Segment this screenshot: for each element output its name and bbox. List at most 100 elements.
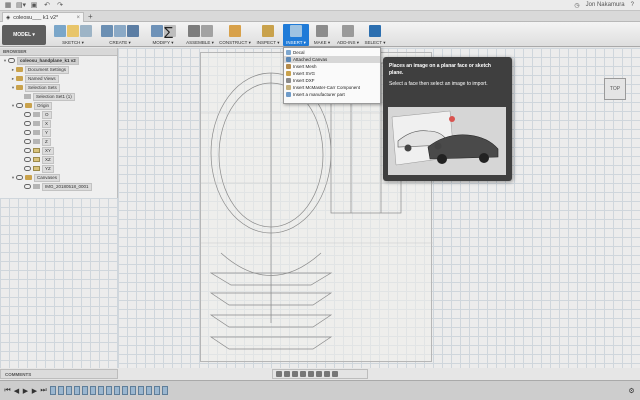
menu-item-insert-svg[interactable]: Insert SVG [284,70,380,77]
tree-item-origin[interactable]: ▾ Origin [0,101,117,110]
visibility-icon[interactable] [24,157,31,162]
close-icon[interactable]: × [76,15,80,21]
tree-item-xy-plane[interactable]: XY [0,146,117,155]
view-cube[interactable]: TOP [604,78,626,100]
visibility-icon[interactable] [24,166,31,171]
visibility-icon[interactable] [24,148,31,153]
folder-icon [16,76,23,81]
app-grid-icon[interactable]: ▦ [3,1,13,10]
menu-item-manufacturer-part[interactable]: Insert a manufacturer part [284,91,380,98]
new-tab-icon[interactable]: + [88,12,93,21]
timeline-feature[interactable] [114,386,120,395]
tree-item-xz-plane[interactable]: XZ [0,155,117,164]
help-icon[interactable]: ? [631,2,634,8]
document-tab[interactable]: ◈ coleosu___ k1 v2* × [2,12,84,22]
comments-panel[interactable]: COMMENTS [0,369,118,379]
tree-item-document-settings[interactable]: ▸ Document Settings [0,65,117,74]
tree-item-y-axis[interactable]: Y [0,128,117,137]
tree-item-root[interactable]: ▾ coleosu_handplane_k1 v2 [0,56,117,65]
visibility-icon[interactable] [24,112,31,117]
tree-item-canvases[interactable]: ▾ Canvases [0,173,117,182]
toolbar-make[interactable]: MAKE ▾ [310,24,334,46]
box-icon [127,25,139,37]
tree-item-selection-sets[interactable]: ▾ Selection Sets [0,83,117,92]
workspace-switcher[interactable]: MODEL ▾ [2,25,46,45]
tree-item-canvas-image[interactable]: IMG_20180518_0001 [0,182,117,191]
timeline-feature[interactable] [82,386,88,395]
timeline-feature[interactable] [74,386,80,395]
toolbar-insert[interactable]: INSERT ▾ [283,24,309,46]
fit-icon[interactable] [308,371,314,377]
browser-header[interactable]: BROWSER [0,48,117,56]
visibility-icon[interactable] [24,130,31,135]
tree-item-named-views[interactable]: ▸ Named Views [0,74,117,83]
timeline-feature[interactable] [146,386,152,395]
timeline-start-icon[interactable]: ⏮ [3,387,12,395]
timeline-feature[interactable] [66,386,72,395]
timeline-feature[interactable] [154,386,160,395]
visibility-icon[interactable] [8,58,15,63]
menu-item-label: Attached Canvas [293,57,328,62]
menu-item-decal[interactable]: Decal [284,49,380,56]
display-settings-icon[interactable] [316,371,322,377]
visibility-icon[interactable] [24,184,31,189]
timeline-feature[interactable] [106,386,112,395]
tooltip-description: Places an image on a planar face or sket… [389,63,491,76]
timeline-feature[interactable] [162,386,168,395]
undo-icon[interactable]: ↶ [42,1,52,10]
menu-item-mcmaster-carr[interactable]: Insert McMaster-Carr Component [284,84,380,91]
tree-label: Selection Set1 (1) [33,92,75,101]
timeline-settings-icon[interactable]: ⚙ [627,387,636,395]
selection-set-icon [24,94,31,99]
visibility-icon[interactable] [24,139,31,144]
tree-label: Z [42,137,51,146]
toolbar-construct[interactable]: CONSTRUCT ▾ [218,24,252,46]
timeline-feature[interactable] [50,386,56,395]
gear-icon [16,67,23,72]
zoom-icon[interactable] [300,371,306,377]
timeline-back-icon[interactable]: ◀ [12,387,21,395]
file-icon[interactable]: ▤▾ [16,1,26,10]
toolbar-add-ins[interactable]: ADD-INS ▾ [335,24,361,46]
toolbar-assemble[interactable]: ASSEMBLE ▾ [183,24,217,46]
tree-item-yz-plane[interactable]: YZ [0,164,117,173]
viewport-canvas-left[interactable] [0,198,118,368]
toolbar-inspect[interactable]: INSPECT ▾ [254,24,282,46]
menu-item-attached-canvas[interactable]: Attached Canvas [284,56,380,63]
extrude-icon [101,25,113,37]
user-name[interactable]: Jon Nakamura [586,2,625,8]
tree-item-z-axis[interactable]: Z [0,137,117,146]
timeline-end-icon[interactable]: ⏭ [39,387,48,395]
visibility-icon[interactable] [16,175,23,180]
look-at-icon[interactable] [284,371,290,377]
timeline-feature[interactable] [90,386,96,395]
timeline-feature[interactable] [58,386,64,395]
tree-label: Origin [34,101,53,110]
menu-item-insert-dxf[interactable]: Insert DXF [284,77,380,84]
tab-strip: ◈ coleosu___ k1 v2* × + [0,11,640,22]
tree-item-x-axis[interactable]: X [0,119,117,128]
tree-item-selection-set1[interactable]: Selection Set1 (1) [0,92,117,101]
timeline-feature[interactable] [122,386,128,395]
toolbar-sketch[interactable]: SKETCH ▾ [50,24,96,46]
viewports-icon[interactable] [332,371,338,377]
redo-icon[interactable]: ↷ [55,1,65,10]
timeline-forward-icon[interactable]: ▶ [30,387,39,395]
toolbar-modify[interactable]: Σ MODIFY ▾ [144,24,182,46]
pan-icon[interactable] [292,371,298,377]
save-icon[interactable]: ▣ [29,1,39,10]
orbit-icon[interactable] [276,371,282,377]
clock-icon[interactable]: ◷ [574,2,579,9]
visibility-icon[interactable] [24,121,31,126]
visibility-icon[interactable] [16,103,23,108]
timeline-feature[interactable] [130,386,136,395]
tree-item-origin-point[interactable]: O [0,110,117,119]
timeline-feature[interactable] [138,386,144,395]
toolbar-create[interactable]: CREATE ▾ [97,24,143,46]
timeline-play-icon[interactable]: ▶ [21,387,30,395]
grid-settings-icon[interactable] [324,371,330,377]
timeline-feature[interactable] [98,386,104,395]
menu-item-insert-mesh[interactable]: Insert Mesh [284,63,380,70]
toolbar-select[interactable]: SELECT ▾ [362,24,388,46]
browser-title: BROWSER [3,49,27,54]
